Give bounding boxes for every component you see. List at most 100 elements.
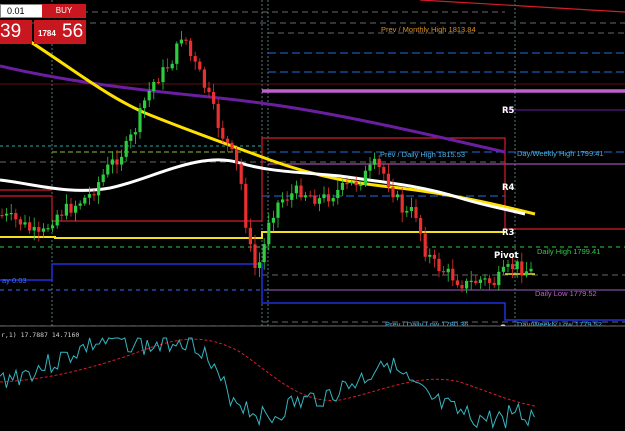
candle-body [156, 81, 160, 84]
candle-body [248, 227, 252, 245]
candle-body [363, 170, 367, 185]
candle-body [189, 40, 193, 57]
candle-body [409, 207, 413, 211]
candle-body [97, 182, 101, 196]
price-chart[interactable]: Prev / Monthly High 1813.84 Prev / Daily… [0, 0, 625, 431]
candle-body [345, 182, 349, 185]
candle-body [520, 261, 524, 276]
candle-body [23, 222, 27, 225]
candle-body [336, 189, 340, 199]
left-level-label: ay 0.03 [2, 276, 27, 285]
candle-body [14, 213, 18, 220]
candle-body [87, 194, 91, 198]
one-click-trading-panel: 0.01 ▲▼ BUY 39 1784 56 [0, 0, 86, 44]
candle-body [0, 215, 4, 217]
indicator-label: r,1) 17.7887 14.7160 [1, 331, 79, 339]
buy-button[interactable]: BUY [42, 4, 86, 18]
candle-body [350, 181, 354, 184]
candle-body [488, 278, 492, 283]
r4-label: R4 [502, 183, 515, 193]
candle-body [391, 187, 395, 198]
candle-body [285, 199, 289, 201]
candle-body [368, 164, 372, 171]
candle-body [308, 195, 312, 197]
candle-body [170, 63, 174, 69]
candle-body [198, 61, 202, 70]
candle-body [386, 173, 390, 188]
candle-body [428, 254, 432, 257]
indicator-subwindow[interactable]: r,1) 17.7887 14.7160 [0, 325, 625, 431]
level-lines [0, 52, 625, 291]
candle-body [51, 225, 55, 229]
candle-body [276, 202, 280, 218]
candle-body [451, 268, 455, 281]
candle-body [524, 271, 528, 276]
sell-price-button[interactable]: 39 [0, 20, 32, 44]
weekly-high-label: Day/Weekly High 1799.41 [517, 149, 604, 158]
candle-body [419, 218, 423, 234]
candle-body [382, 167, 386, 174]
candle-body [184, 39, 188, 41]
candle-body [41, 228, 45, 232]
candle-body [258, 262, 262, 268]
pivot-label: Pivot [494, 251, 519, 261]
candle-body [299, 185, 303, 198]
prev-daily-high-label: Prev / Daily High 1815.53 [380, 150, 465, 159]
buy-price-button[interactable]: 1784 56 [34, 20, 86, 44]
candle-body [446, 268, 450, 273]
candle-body [294, 185, 298, 194]
candle-body [474, 280, 478, 283]
candle-body [179, 39, 183, 44]
candle-body [46, 228, 50, 230]
candle-body [506, 264, 510, 267]
purple-moving-average [0, 64, 506, 154]
candle-body [442, 271, 446, 273]
candle-body [101, 174, 105, 183]
r5-label: R5 [502, 106, 515, 116]
candle-body [74, 205, 78, 213]
candle-body [511, 264, 515, 270]
candle-body [313, 195, 317, 204]
candle-body [78, 203, 82, 206]
candle-body [340, 182, 344, 190]
candle-body [469, 280, 473, 282]
candle-body [478, 279, 482, 283]
candle-body [377, 158, 381, 168]
candle-body [152, 81, 156, 91]
candle-body [32, 227, 36, 231]
candle-body [281, 199, 285, 203]
candle-body [28, 222, 32, 231]
candle-body [55, 214, 59, 226]
candle-body [106, 164, 110, 175]
candle-body [115, 159, 119, 165]
candle-body [244, 183, 248, 228]
candle-body [465, 280, 469, 289]
candle-body [133, 132, 137, 135]
candle-body [221, 127, 225, 139]
horizontal-reference-lines [0, 11, 625, 327]
daily-low-label: Daily Low 1779.52 [535, 289, 597, 298]
candle-body [290, 193, 294, 200]
candle-body [230, 142, 234, 150]
candle-body [515, 261, 519, 270]
candle-body [138, 108, 142, 133]
candle-body [253, 244, 257, 268]
candle-body [405, 210, 409, 213]
candle-body [331, 198, 335, 202]
candle-body [120, 156, 124, 165]
candle-body [262, 244, 266, 263]
buy-price-small: 1784 [38, 29, 56, 38]
candle-body [60, 214, 64, 216]
candle-body [166, 67, 170, 69]
candle-body [400, 194, 404, 213]
candle-body [207, 87, 211, 93]
candle-body [460, 285, 464, 289]
candle-body [497, 271, 501, 286]
candle-body [5, 213, 9, 216]
candle-body [327, 194, 331, 202]
candle-body [129, 134, 133, 141]
candle-body [124, 140, 128, 157]
candle-body [212, 92, 216, 104]
candle-body [64, 203, 68, 216]
candle-body [69, 203, 73, 213]
